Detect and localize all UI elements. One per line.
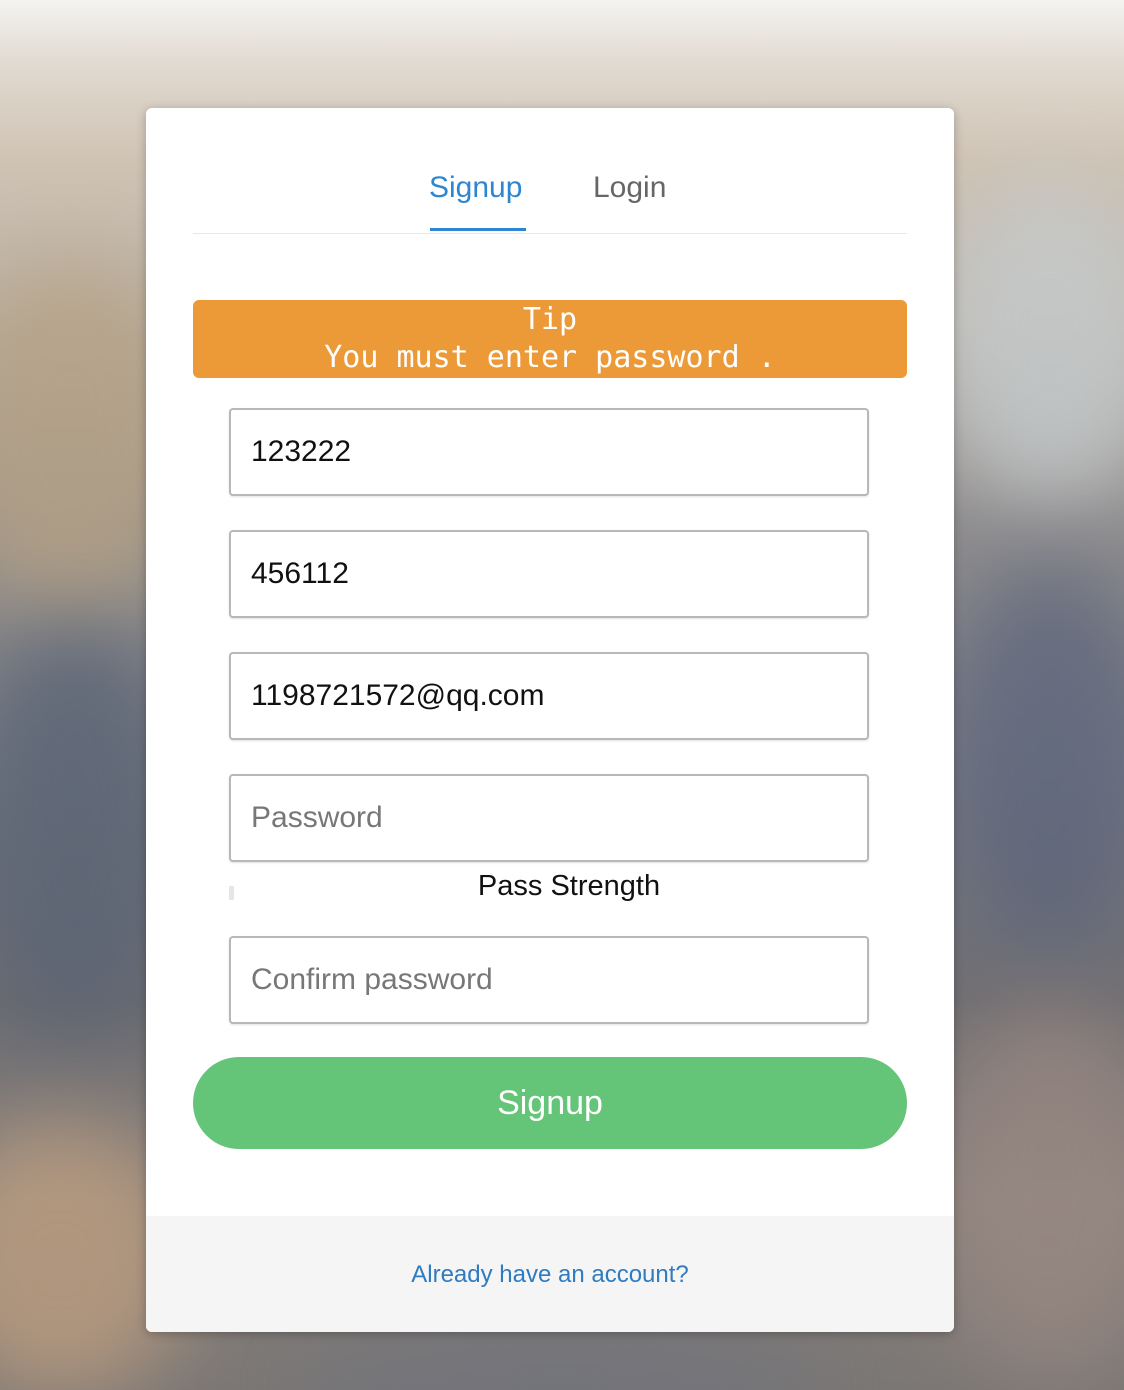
second-text-input[interactable] [229,530,869,618]
card-footer: Already have an account? [146,1216,954,1332]
password-strength-label: Pass Strength [477,870,661,902]
auth-card: Signup Login Tip You must enter password… [146,108,954,1332]
tip-alert: Tip You must enter password . [193,300,907,378]
tip-title: Tip [522,302,578,337]
background-blur-shape [930,1000,1124,1380]
username-input[interactable] [229,408,869,496]
tab-signup[interactable]: Signup [429,168,522,208]
tip-message: You must enter password . [324,340,776,375]
confirm-password-input[interactable] [229,936,869,1024]
tab-login[interactable]: Login [593,168,666,208]
background-blur-shape [940,560,1124,960]
background-blur-shape [930,180,1124,500]
active-tab-indicator [430,228,526,231]
background-blur-shape [300,1330,820,1390]
auth-tabs: Signup Login [193,108,907,234]
password-input[interactable] [229,774,869,862]
already-have-account-link[interactable]: Already have an account? [411,1260,689,1290]
signup-button[interactable]: Signup [193,1057,907,1149]
email-input[interactable] [229,652,869,740]
